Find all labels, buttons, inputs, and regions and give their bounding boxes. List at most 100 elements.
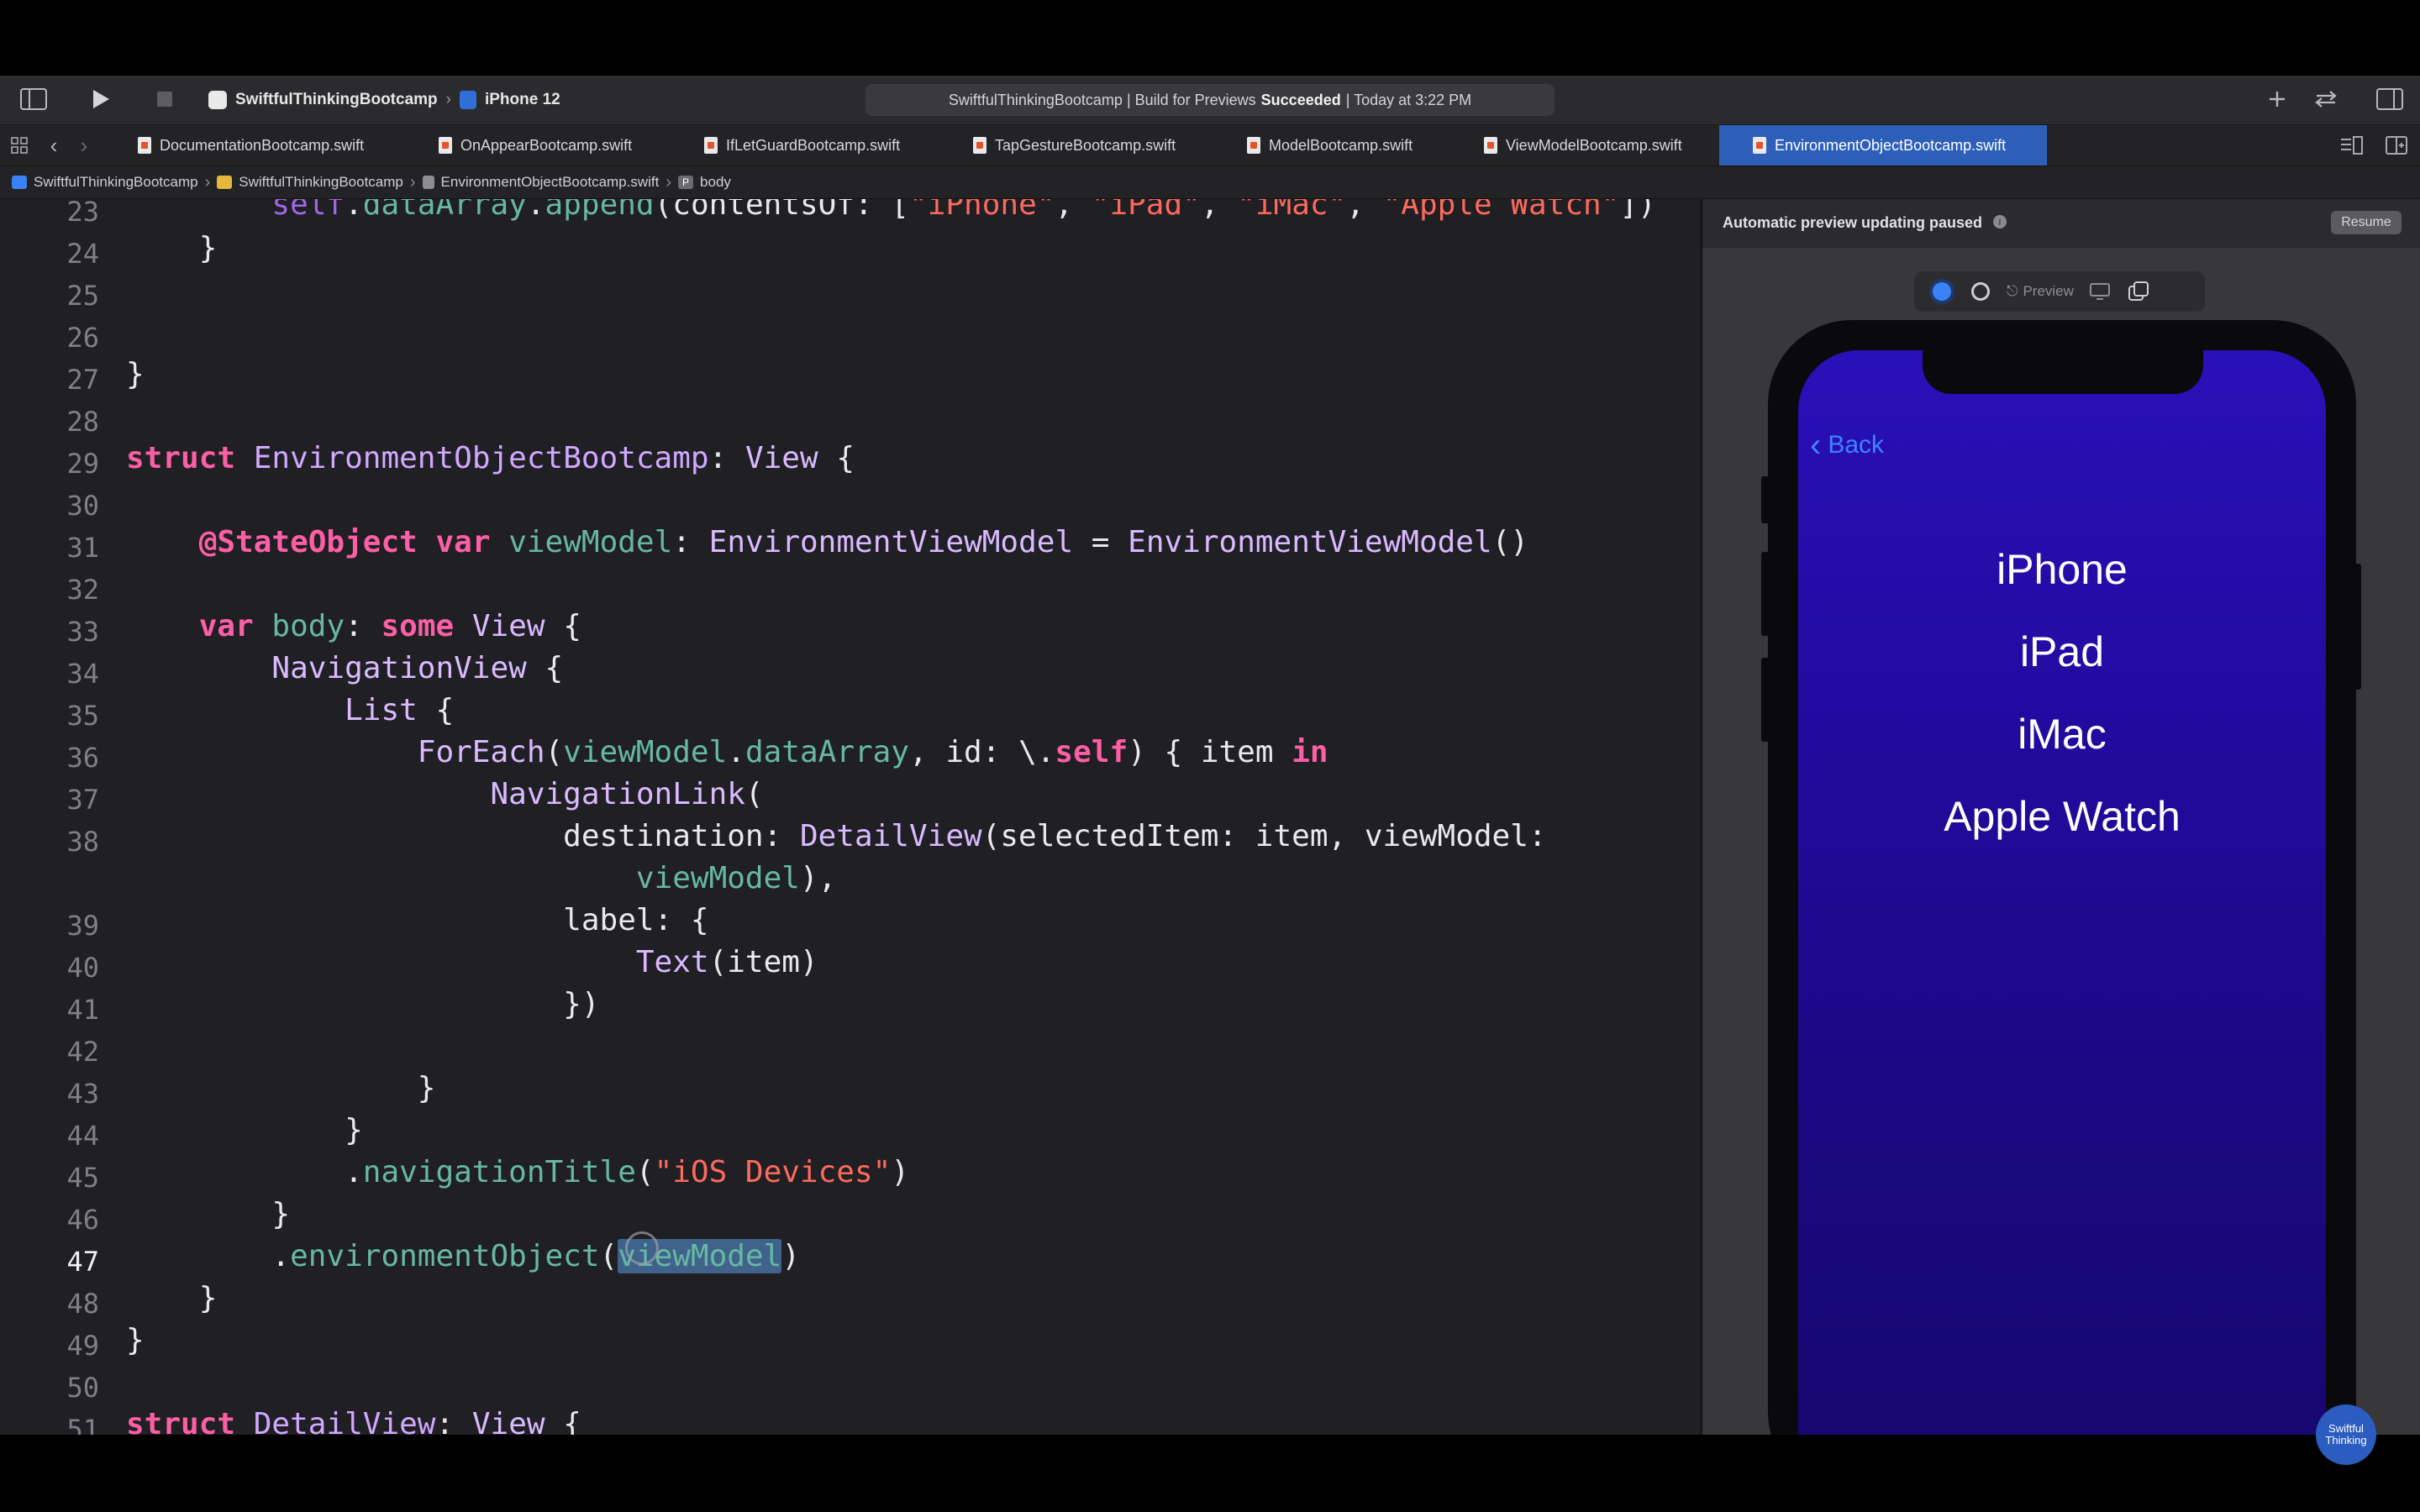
tab-label: DocumentationBootcamp.swift — [160, 136, 365, 154]
code-line: self.dataArray.append(contentsOf: ["iPho… — [126, 199, 1656, 222]
resume-button[interactable]: Resume — [2331, 211, 2402, 234]
line-number: 25 — [66, 280, 99, 312]
tab-label: EnvironmentObjectBootcamp.swift — [1775, 136, 2007, 154]
tab-model[interactable]: ModelBootcamp.swift — [1235, 125, 1424, 165]
line-number: 48 — [66, 1288, 99, 1320]
duplicate-preview-button[interactable] — [2126, 279, 2151, 304]
swift-file-icon — [1247, 137, 1260, 154]
line-number: 45 — [66, 1162, 99, 1194]
display-icon — [2089, 283, 2110, 300]
simulator-screen[interactable]: ‹ Back iPhone iPad iMac Apple Watch — [1798, 350, 2326, 1435]
xcode-toolbar: SwiftfulThinkingBootcamp › iPhone 12 Swi… — [0, 76, 2420, 125]
scheme-project: SwiftfulThinkingBootcamp — [235, 91, 438, 108]
swift-file-icon — [1753, 137, 1766, 154]
list-item[interactable]: iPhone — [1798, 545, 2326, 594]
tab-viewmodel[interactable]: ViewModelBootcamp.swift — [1472, 125, 1694, 165]
split-editor-icon[interactable] — [2381, 129, 2412, 162]
code-line-current: .environmentObject(viewModel) — [126, 1239, 800, 1273]
line-number: 42 — [66, 1036, 99, 1068]
status-time: | Today at 3:22 PM — [1345, 91, 1472, 108]
channel-logo: Swiftful Thinking — [2316, 1404, 2376, 1465]
info-icon[interactable]: i — [1993, 215, 2007, 228]
line-number: 33 — [66, 616, 99, 648]
breadcrumb-file[interactable]: EnvironmentObjectBootcamp.swift — [441, 174, 660, 191]
line-number: 46 — [66, 1204, 99, 1236]
tab-tapgesture[interactable]: TapGestureBootcamp.swift — [961, 125, 1187, 165]
forward-chevron-icon[interactable]: › — [74, 129, 94, 162]
app-icon — [208, 91, 227, 109]
preview-icon: ⎋ — [2007, 283, 2018, 299]
tab-ifletguard[interactable]: IfLetGuardBootcamp.swift — [692, 125, 912, 165]
line-number: 44 — [66, 1120, 99, 1152]
line-number: 29 — [66, 448, 99, 480]
preview-controls: ⎋ Preview — [1914, 271, 2205, 312]
code-line: var body: some View { — [198, 609, 581, 643]
chevron-right-icon: › — [409, 172, 416, 192]
line-number: 47 — [66, 1246, 99, 1278]
code-line: NavigationLink( — [490, 777, 764, 811]
code-line: } — [126, 231, 218, 265]
line-number: 50 — [66, 1372, 99, 1404]
device-icon — [459, 91, 476, 109]
code-line: struct EnvironmentObjectBootcamp: View { — [126, 441, 855, 475]
grid-icon[interactable] — [7, 129, 32, 162]
line-number: 38 — [66, 826, 99, 858]
line-number: 37 — [66, 784, 99, 816]
line-number: 36 — [66, 742, 99, 774]
code-review-icon[interactable] — [2309, 82, 2343, 116]
line-number: 23 — [66, 199, 99, 228]
tab-label: TapGestureBootcamp.swift — [995, 136, 1176, 154]
code-line: } — [126, 1281, 218, 1315]
navigator-toggle-icon[interactable] — [17, 82, 50, 116]
chevron-right-icon: › — [204, 172, 211, 192]
line-number: 27 — [66, 364, 99, 396]
back-chevron-icon[interactable]: ‹ — [44, 129, 64, 162]
run-icon[interactable] — [84, 82, 118, 116]
chevron-right-icon: › — [445, 91, 451, 108]
code-line: } — [126, 1071, 436, 1105]
line-number: 35 — [66, 700, 99, 732]
adjust-editor-icon[interactable] — [2336, 129, 2366, 162]
swift-file-icon — [973, 137, 986, 154]
tab-documentation[interactable]: DocumentationBootcamp.swift — [126, 125, 376, 165]
inspector-toggle-icon[interactable] — [2373, 82, 2407, 116]
line-number: 24 — [66, 238, 99, 270]
folder-icon — [217, 176, 233, 189]
code-line: List { — [345, 693, 455, 727]
list-item[interactable]: iMac — [1798, 710, 2326, 759]
breadcrumb-symbol[interactable]: body — [700, 174, 731, 191]
list-item[interactable]: Apple Watch — [1798, 792, 2326, 841]
line-number: 40 — [66, 952, 99, 984]
stop-icon[interactable] — [148, 82, 182, 116]
scheme-selector[interactable]: SwiftfulThinkingBootcamp › iPhone 12 — [208, 84, 560, 116]
swift-file-icon — [704, 137, 718, 154]
breadcrumb-project[interactable]: SwiftfulThinkingBootcamp — [34, 174, 198, 191]
source-editor[interactable]: 23 24 25 26 27 28 29 30 31 32 33 34 35 36 37 38 39 40 41 42… — [0, 199, 1701, 1435]
live-preview-button[interactable] — [1929, 279, 1954, 304]
preview-device-button[interactable]: ⎋ Preview — [2007, 283, 2074, 300]
add-icon[interactable] — [2262, 82, 2292, 116]
project-icon — [12, 176, 27, 189]
code-line: ForEach(viewModel.dataArray, id: \.self)… — [417, 735, 1328, 769]
code-line: NavigationView { — [271, 651, 564, 685]
text-cursor-icon — [625, 1231, 659, 1265]
tab-onappear[interactable]: OnAppearBootcamp.swift — [427, 125, 644, 165]
chevron-left-icon: ‹ — [1810, 427, 1822, 464]
letterbox-top — [0, 0, 2420, 76]
selectable-icon — [1971, 282, 1990, 301]
preview-label: Preview — [2023, 283, 2074, 299]
code-line: struct DetailView: View { — [126, 1407, 581, 1435]
breadcrumb-folder[interactable]: SwiftfulThinkingBootcamp — [239, 174, 403, 191]
code-line: }) — [126, 987, 600, 1021]
inspect-preview-button[interactable] — [1968, 279, 1993, 304]
back-label: Back — [1828, 431, 1885, 459]
line-number: 39 — [66, 910, 99, 942]
list-item[interactable]: iPad — [1798, 627, 2326, 676]
device-settings-button[interactable] — [2087, 279, 2112, 304]
tab-environmentobject[interactable]: EnvironmentObjectBootcamp.swift — [1719, 125, 2047, 165]
code-line: label: { — [126, 903, 709, 937]
code-line: } — [126, 1113, 363, 1147]
line-number: 31 — [66, 532, 99, 564]
back-button[interactable]: ‹ Back — [1810, 427, 1885, 464]
line-number: 34 — [66, 658, 99, 690]
